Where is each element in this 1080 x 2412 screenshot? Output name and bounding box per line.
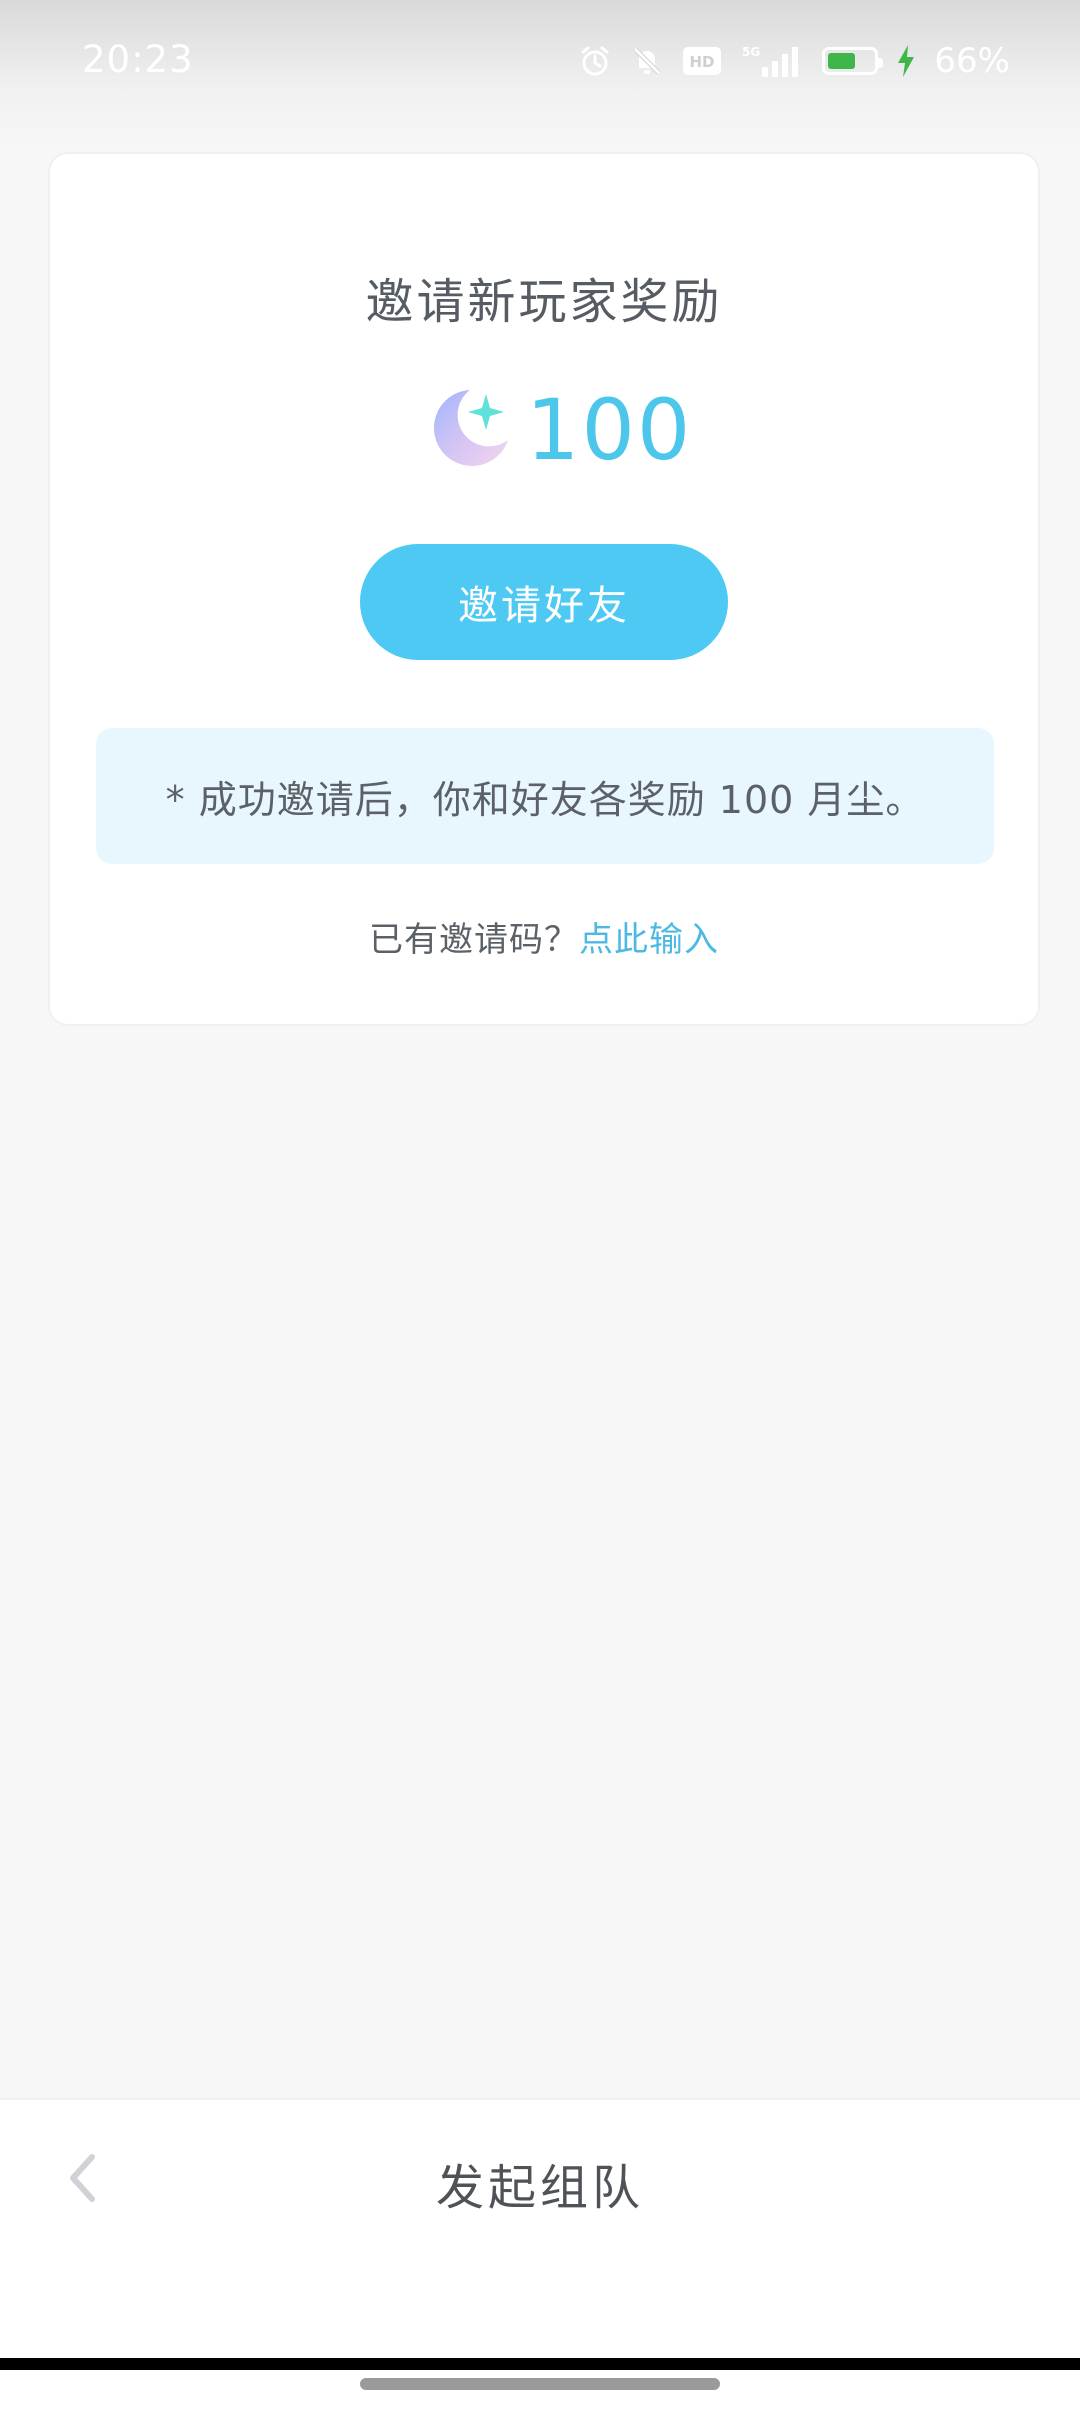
team-up-title: 发起组队 (435, 2160, 644, 2216)
svg-text:5G: 5G (742, 45, 760, 59)
moon-star-icon (424, 382, 516, 478)
battery-fill (828, 53, 856, 69)
invite-code-row: 已有邀请码？点此输入 (50, 912, 1038, 961)
enter-invite-code-link[interactable]: 点此输入 (579, 920, 719, 960)
charging-icon (896, 44, 916, 78)
invite-friends-button[interactable]: 邀请好友 (360, 544, 728, 660)
reward-row: 100 (424, 380, 692, 480)
battery-icon (822, 47, 884, 75)
vertical-dots-icon (1021, 159, 1031, 201)
status-time: 20:23 (82, 38, 194, 81)
reward-amount: 100 (526, 381, 693, 479)
signal-5g-icon: 5G (740, 43, 804, 79)
card-title: 邀请新玩家奖励 (365, 274, 723, 330)
status-icons: HD 5G 66% (578, 38, 1010, 84)
reward-notice: * 成功邀请后，你和好友各奖励 100 月尘。 (96, 728, 994, 864)
invite-code-prompt: 已有邀请码？ (369, 920, 579, 960)
more-button[interactable] (1020, 158, 1032, 202)
alarm-icon (578, 44, 612, 78)
bottom-bar (0, 2098, 1080, 2360)
mute-bell-icon (630, 44, 664, 78)
home-indicator[interactable] (360, 2378, 720, 2390)
status-bar: 20:23 HD 5G 66% (0, 0, 1080, 150)
reward-notice-text: * 成功邀请后，你和好友各奖励 100 月尘。 (165, 777, 925, 822)
page-indicator: 1/1 (497, 150, 583, 206)
hd-icon: HD (682, 46, 722, 76)
battery-percent: 66% (934, 41, 1010, 81)
svg-text:HD: HD (690, 53, 715, 71)
